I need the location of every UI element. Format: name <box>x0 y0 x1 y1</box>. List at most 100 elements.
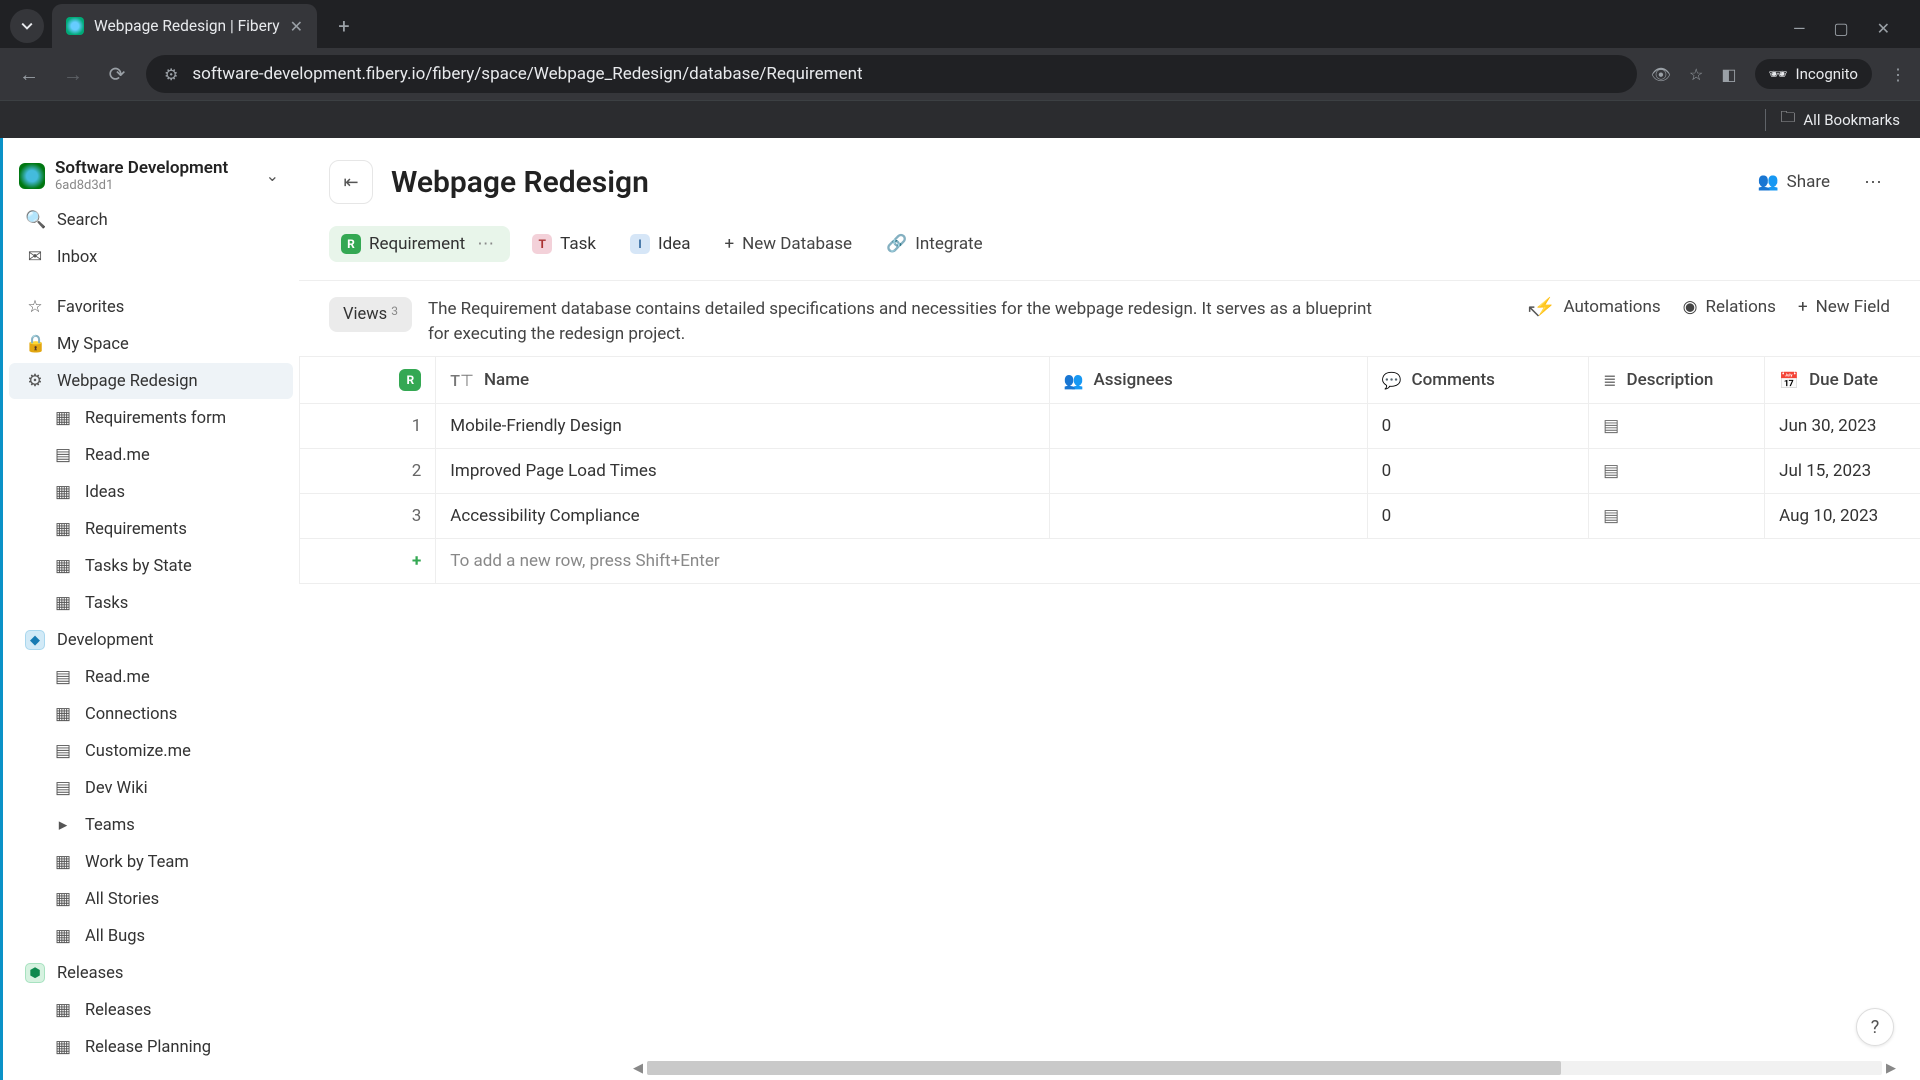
cell-assignees[interactable] <box>1049 449 1367 494</box>
sidebar-my-space[interactable]: 🔒 My Space <box>9 326 293 362</box>
sidebar-item-requirements-form[interactable]: ▦Requirements form <box>9 400 293 436</box>
browser-menu-button[interactable]: ⋮ <box>1890 65 1906 84</box>
cell-comments[interactable]: 0 <box>1367 494 1588 539</box>
tab-search-button[interactable] <box>10 9 44 43</box>
chevron-down-icon[interactable]: ⌄ <box>262 162 283 189</box>
sidebar-space-releases[interactable]: ⬢ Releases <box>9 955 293 991</box>
chevron-right-icon: ▸ <box>53 815 73 835</box>
new-database-button[interactable]: + New Database <box>712 226 864 262</box>
sidebar-item-readme[interactable]: ▤Read.me <box>9 437 293 473</box>
maximize-button[interactable]: ▢ <box>1833 19 1848 38</box>
table-row[interactable]: 1 Mobile-Friendly Design 0 ▤ Jun 30, 202… <box>300 404 1920 449</box>
eye-off-icon[interactable]: 👁 <box>1651 65 1671 84</box>
sidebar-item-tasks-by-state[interactable]: ▦Tasks by State <box>9 548 293 584</box>
sidebar-inbox[interactable]: ✉ Inbox <box>9 239 293 275</box>
close-window-button[interactable]: ✕ <box>1877 19 1890 38</box>
sidebar-search[interactable]: 🔍 Search <box>9 202 293 238</box>
cell-due-date[interactable]: Jul 15, 2023 <box>1765 449 1920 494</box>
sidebar-item-ideas[interactable]: ▦Ideas <box>9 474 293 510</box>
side-panel-icon[interactable]: ◧ <box>1721 65 1736 84</box>
workspace-switcher[interactable]: Software Development 6ad8d3d1 ⌄ <box>3 148 299 201</box>
sidebar-space-webpage-redesign[interactable]: ⚙ Webpage Redesign <box>9 363 293 399</box>
sidebar-item-connections[interactable]: ▦Connections <box>9 696 293 732</box>
scroll-right-button[interactable]: ▶ <box>1882 1061 1900 1076</box>
share-button[interactable]: 👥 Share <box>1746 164 1843 200</box>
bookmark-star-icon[interactable]: ☆ <box>1689 65 1703 84</box>
horizontal-scrollbar[interactable]: ◀ ▶ <box>629 1060 1900 1076</box>
url-field[interactable]: ⚙ software-development.fibery.io/fibery/… <box>146 55 1637 93</box>
forward-button[interactable]: → <box>58 59 88 89</box>
collapse-sidebar-button[interactable]: ⇤ <box>329 160 373 204</box>
db-tab-task[interactable]: T Task <box>520 226 608 262</box>
grid-icon: ▦ <box>53 519 73 539</box>
db-tab-requirement[interactable]: R Requirement ⋯ <box>329 226 510 262</box>
views-button[interactable]: Views 3 <box>329 297 412 332</box>
add-row-hint: To add a new row, press Shift+Enter <box>436 539 1920 584</box>
all-bookmarks-button[interactable]: 🗀 All Bookmarks <box>1780 107 1900 132</box>
sidebar-item-label: Ideas <box>85 483 125 502</box>
help-button[interactable]: ? <box>1856 1008 1894 1046</box>
table-row[interactable]: 2 Improved Page Load Times 0 ▤ Jul 15, 2… <box>300 449 1920 494</box>
cell-due-date[interactable]: Aug 10, 2023 <box>1765 494 1920 539</box>
cell-comments[interactable]: 0 <box>1367 449 1588 494</box>
tab-more-button[interactable]: ⋯ <box>473 234 498 254</box>
minimize-button[interactable]: — <box>1793 19 1806 38</box>
reload-button[interactable]: ⟳ <box>102 59 132 89</box>
grid-icon: ▦ <box>53 1000 73 1020</box>
cell-assignees[interactable] <box>1049 494 1367 539</box>
automations-button[interactable]: ⚡ Automations <box>1534 297 1660 317</box>
cell-name[interactable]: Mobile-Friendly Design <box>436 404 1049 449</box>
sidebar-favorites[interactable]: ☆ Favorites <box>9 289 293 325</box>
cell-due-date[interactable]: Jun 30, 2023 <box>1765 404 1920 449</box>
column-header-description[interactable]: ≣Description <box>1589 357 1765 404</box>
new-tab-button[interactable]: + <box>327 9 361 43</box>
scroll-left-button[interactable]: ◀ <box>629 1061 647 1076</box>
site-info-icon[interactable]: ⚙ <box>164 65 178 84</box>
page-more-button[interactable]: ⋯ <box>1856 164 1890 201</box>
relations-button[interactable]: ◉ Relations <box>1683 297 1776 317</box>
toolbar-right: ↖ ⚡ Automations ◉ Relations + New Field <box>1534 297 1890 317</box>
new-field-button[interactable]: + New Field <box>1798 297 1890 317</box>
column-header-comments[interactable]: 💬Comments <box>1367 357 1588 404</box>
cell-assignees[interactable] <box>1049 404 1367 449</box>
incognito-indicator[interactable]: 🕶 Incognito <box>1755 59 1873 89</box>
add-row[interactable]: + To add a new row, press Shift+Enter <box>300 539 1920 584</box>
sidebar-item-dev-readme[interactable]: ▤Read.me <box>9 659 293 695</box>
close-tab-button[interactable]: ✕ <box>290 17 303 36</box>
cell-description[interactable]: ▤ <box>1589 449 1765 494</box>
cell-name[interactable]: Improved Page Load Times <box>436 449 1049 494</box>
sidebar-space-development[interactable]: ◆ Development <box>9 622 293 658</box>
cell-description[interactable]: ▤ <box>1589 494 1765 539</box>
sidebar-item-requirements[interactable]: ▦Requirements <box>9 511 293 547</box>
cell-name[interactable]: Accessibility Compliance <box>436 494 1049 539</box>
column-header-assignees[interactable]: 👥Assignees <box>1049 357 1367 404</box>
db-tab-idea[interactable]: I Idea <box>618 226 702 262</box>
column-header-index[interactable]: R <box>300 357 436 404</box>
sidebar-item-all-stories[interactable]: ▦All Stories <box>9 881 293 917</box>
column-header-name[interactable]: T⊤Name <box>436 357 1049 404</box>
sidebar-item-customize-me[interactable]: ▤Customize.me <box>9 733 293 769</box>
table-row[interactable]: 3 Accessibility Compliance 0 ▤ Aug 10, 2… <box>300 494 1920 539</box>
calendar-icon: 📅 <box>1779 371 1799 390</box>
integrate-button[interactable]: 🔗 Integrate <box>874 226 995 262</box>
add-row-plus[interactable]: + <box>300 539 436 584</box>
sidebar-item-releases[interactable]: ▦Releases <box>9 992 293 1028</box>
sidebar-item-all-bugs[interactable]: ▦All Bugs <box>9 918 293 954</box>
table-body: 1 Mobile-Friendly Design 0 ▤ Jun 30, 202… <box>300 404 1920 584</box>
cell-comments[interactable]: 0 <box>1367 404 1588 449</box>
sidebar-item-release-planning[interactable]: ▦Release Planning <box>9 1029 293 1065</box>
row-index: 3 <box>300 494 436 539</box>
browser-tab[interactable]: Webpage Redesign | Fibery ✕ <box>52 4 317 48</box>
sidebar-item-work-by-team[interactable]: ▦Work by Team <box>9 844 293 880</box>
folder-icon: 🗀 <box>1780 107 1795 132</box>
cell-description[interactable]: ▤ <box>1589 404 1765 449</box>
sidebar-item-tasks[interactable]: ▦Tasks <box>9 585 293 621</box>
scrollbar-track[interactable] <box>647 1061 1882 1075</box>
scrollbar-thumb[interactable] <box>647 1061 1561 1075</box>
column-header-due-date[interactable]: 📅Due Date <box>1765 357 1920 404</box>
sidebar-item-dev-wiki[interactable]: ▤Dev Wiki <box>9 770 293 806</box>
workspace-id: 6ad8d3d1 <box>55 178 252 193</box>
sidebar-item-teams[interactable]: ▸Teams <box>9 807 293 843</box>
back-button[interactable]: ← <box>14 59 44 89</box>
table-scroll[interactable]: R T⊤Name 👥Assignees 💬Comments ≣Descripti… <box>299 356 1920 1080</box>
